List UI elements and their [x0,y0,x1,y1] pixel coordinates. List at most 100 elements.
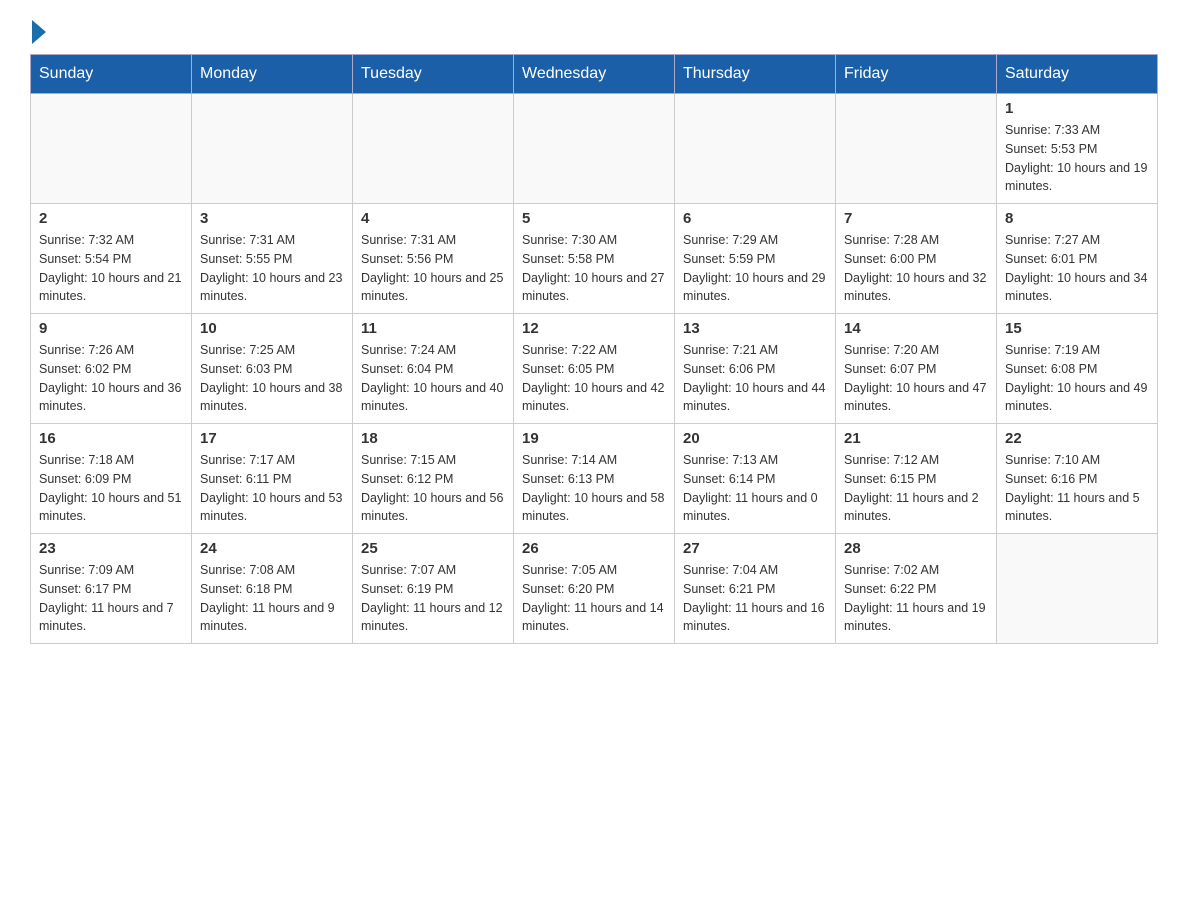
day-info: Sunrise: 7:30 AMSunset: 5:58 PMDaylight:… [522,231,666,306]
day-number: 2 [39,210,183,227]
calendar-cell: 11 Sunrise: 7:24 AMSunset: 6:04 PMDayligh… [353,314,514,424]
day-info: Sunrise: 7:10 AMSunset: 6:16 PMDaylight:… [1005,451,1149,526]
day-info: Sunrise: 7:26 AMSunset: 6:02 PMDaylight:… [39,341,183,416]
calendar-header-friday: Friday [836,55,997,94]
day-info: Sunrise: 7:28 AMSunset: 6:00 PMDaylight:… [844,231,988,306]
logo-arrow-icon [32,20,46,44]
day-info: Sunrise: 7:17 AMSunset: 6:11 PMDaylight:… [200,451,344,526]
day-number: 12 [522,320,666,337]
calendar-cell: 18 Sunrise: 7:15 AMSunset: 6:12 PMDayligh… [353,424,514,534]
calendar-cell: 24Sunrise: 7:08 AMSunset: 6:18 PMDayligh… [192,534,353,644]
day-info: Sunrise: 7:15 AMSunset: 6:12 PMDaylight:… [361,451,505,526]
day-number: 17 [200,430,344,447]
calendar-cell: 5 Sunrise: 7:30 AMSunset: 5:58 PMDaylight… [514,204,675,314]
calendar-header-saturday: Saturday [997,55,1158,94]
day-info: Sunrise: 7:14 AMSunset: 6:13 PMDaylight:… [522,451,666,526]
day-number: 28 [844,540,988,557]
calendar-cell: 26 Sunrise: 7:05 AMSunset: 6:20 PMDayligh… [514,534,675,644]
calendar-cell: 13 Sunrise: 7:21 AMSunset: 6:06 PMDayligh… [675,314,836,424]
day-number: 9 [39,320,183,337]
calendar-cell: 6 Sunrise: 7:29 AMSunset: 5:59 PMDaylight… [675,204,836,314]
calendar-cell: 28 Sunrise: 7:02 AMSunset: 6:22 PMDayligh… [836,534,997,644]
day-number: 23 [39,540,183,557]
day-info: Sunrise: 7:20 AMSunset: 6:07 PMDaylight:… [844,341,988,416]
day-info: Sunrise: 7:21 AMSunset: 6:06 PMDaylight:… [683,341,827,416]
calendar-header-sunday: Sunday [31,55,192,94]
day-number: 16 [39,430,183,447]
calendar-header-tuesday: Tuesday [353,55,514,94]
calendar-header-thursday: Thursday [675,55,836,94]
calendar-cell: 9 Sunrise: 7:26 AMSunset: 6:02 PMDaylight… [31,314,192,424]
day-number: 21 [844,430,988,447]
calendar-cell: 4 Sunrise: 7:31 AMSunset: 5:56 PMDaylight… [353,204,514,314]
calendar-cell [836,94,997,204]
calendar-cell: 1 Sunrise: 7:33 AMSunset: 5:53 PMDaylight… [997,94,1158,204]
day-number: 6 [683,210,827,227]
day-info: Sunrise: 7:13 AMSunset: 6:14 PMDaylight:… [683,451,827,526]
day-number: 4 [361,210,505,227]
day-number: 19 [522,430,666,447]
day-info: Sunrise: 7:33 AMSunset: 5:53 PMDaylight:… [1005,121,1149,196]
day-info: Sunrise: 7:27 AMSunset: 6:01 PMDaylight:… [1005,231,1149,306]
day-number: 15 [1005,320,1149,337]
day-info: Sunrise: 7:29 AMSunset: 5:59 PMDaylight:… [683,231,827,306]
calendar-cell: 16 Sunrise: 7:18 AMSunset: 6:09 PMDayligh… [31,424,192,534]
day-number: 26 [522,540,666,557]
day-number: 5 [522,210,666,227]
calendar-cell: 22 Sunrise: 7:10 AMSunset: 6:16 PMDayligh… [997,424,1158,534]
day-number: 7 [844,210,988,227]
calendar-week-1: 1 Sunrise: 7:33 AMSunset: 5:53 PMDaylight… [31,94,1158,204]
calendar-cell: 12 Sunrise: 7:22 AMSunset: 6:05 PMDayligh… [514,314,675,424]
calendar-header-row: SundayMondayTuesdayWednesdayThursdayFrid… [31,55,1158,94]
day-info: Sunrise: 7:05 AMSunset: 6:20 PMDaylight:… [522,561,666,636]
calendar-cell: 10 Sunrise: 7:25 AMSunset: 6:03 PMDayligh… [192,314,353,424]
day-info: Sunrise: 7:18 AMSunset: 6:09 PMDaylight:… [39,451,183,526]
day-number: 24 [200,540,344,557]
calendar-cell: 20 Sunrise: 7:13 AMSunset: 6:14 PMDayligh… [675,424,836,534]
calendar-cell: 7 Sunrise: 7:28 AMSunset: 6:00 PMDaylight… [836,204,997,314]
calendar-cell: 23 Sunrise: 7:09 AMSunset: 6:17 PMDayligh… [31,534,192,644]
day-info: Sunrise: 7:12 AMSunset: 6:15 PMDaylight:… [844,451,988,526]
calendar-cell: 27 Sunrise: 7:04 AMSunset: 6:21 PMDayligh… [675,534,836,644]
calendar-cell: 8 Sunrise: 7:27 AMSunset: 6:01 PMDaylight… [997,204,1158,314]
day-number: 27 [683,540,827,557]
calendar-cell [353,94,514,204]
calendar-cell [31,94,192,204]
day-number: 20 [683,430,827,447]
calendar-cell [192,94,353,204]
calendar-cell: 14 Sunrise: 7:20 AMSunset: 6:07 PMDayligh… [836,314,997,424]
day-number: 13 [683,320,827,337]
logo [30,20,48,44]
day-number: 14 [844,320,988,337]
day-info: Sunrise: 7:32 AMSunset: 5:54 PMDaylight:… [39,231,183,306]
calendar-week-2: 2 Sunrise: 7:32 AMSunset: 5:54 PMDaylight… [31,204,1158,314]
day-info: Sunrise: 7:04 AMSunset: 6:21 PMDaylight:… [683,561,827,636]
calendar-cell [514,94,675,204]
day-info: Sunrise: 7:09 AMSunset: 6:17 PMDaylight:… [39,561,183,636]
day-number: 18 [361,430,505,447]
day-info: Sunrise: 7:25 AMSunset: 6:03 PMDaylight:… [200,341,344,416]
day-info: Sunrise: 7:02 AMSunset: 6:22 PMDaylight:… [844,561,988,636]
day-number: 8 [1005,210,1149,227]
calendar-cell [997,534,1158,644]
day-number: 25 [361,540,505,557]
calendar-cell: 21 Sunrise: 7:12 AMSunset: 6:15 PMDayligh… [836,424,997,534]
day-info: Sunrise: 7:22 AMSunset: 6:05 PMDaylight:… [522,341,666,416]
calendar-cell: 2 Sunrise: 7:32 AMSunset: 5:54 PMDaylight… [31,204,192,314]
calendar-week-4: 16 Sunrise: 7:18 AMSunset: 6:09 PMDayligh… [31,424,1158,534]
calendar-cell: 19 Sunrise: 7:14 AMSunset: 6:13 PMDayligh… [514,424,675,534]
day-number: 1 [1005,100,1149,117]
calendar-week-3: 9 Sunrise: 7:26 AMSunset: 6:02 PMDaylight… [31,314,1158,424]
day-info: Sunrise: 7:24 AMSunset: 6:04 PMDaylight:… [361,341,505,416]
day-number: 22 [1005,430,1149,447]
calendar-week-5: 23 Sunrise: 7:09 AMSunset: 6:17 PMDayligh… [31,534,1158,644]
day-number: 3 [200,210,344,227]
calendar-cell: 15Sunrise: 7:19 AMSunset: 6:08 PMDayligh… [997,314,1158,424]
day-number: 10 [200,320,344,337]
calendar-table: SundayMondayTuesdayWednesdayThursdayFrid… [30,54,1158,644]
calendar-cell: 17 Sunrise: 7:17 AMSunset: 6:11 PMDayligh… [192,424,353,534]
calendar-cell [675,94,836,204]
calendar-header-wednesday: Wednesday [514,55,675,94]
day-info: Sunrise: 7:31 AMSunset: 5:56 PMDaylight:… [361,231,505,306]
day-number: 11 [361,320,505,337]
